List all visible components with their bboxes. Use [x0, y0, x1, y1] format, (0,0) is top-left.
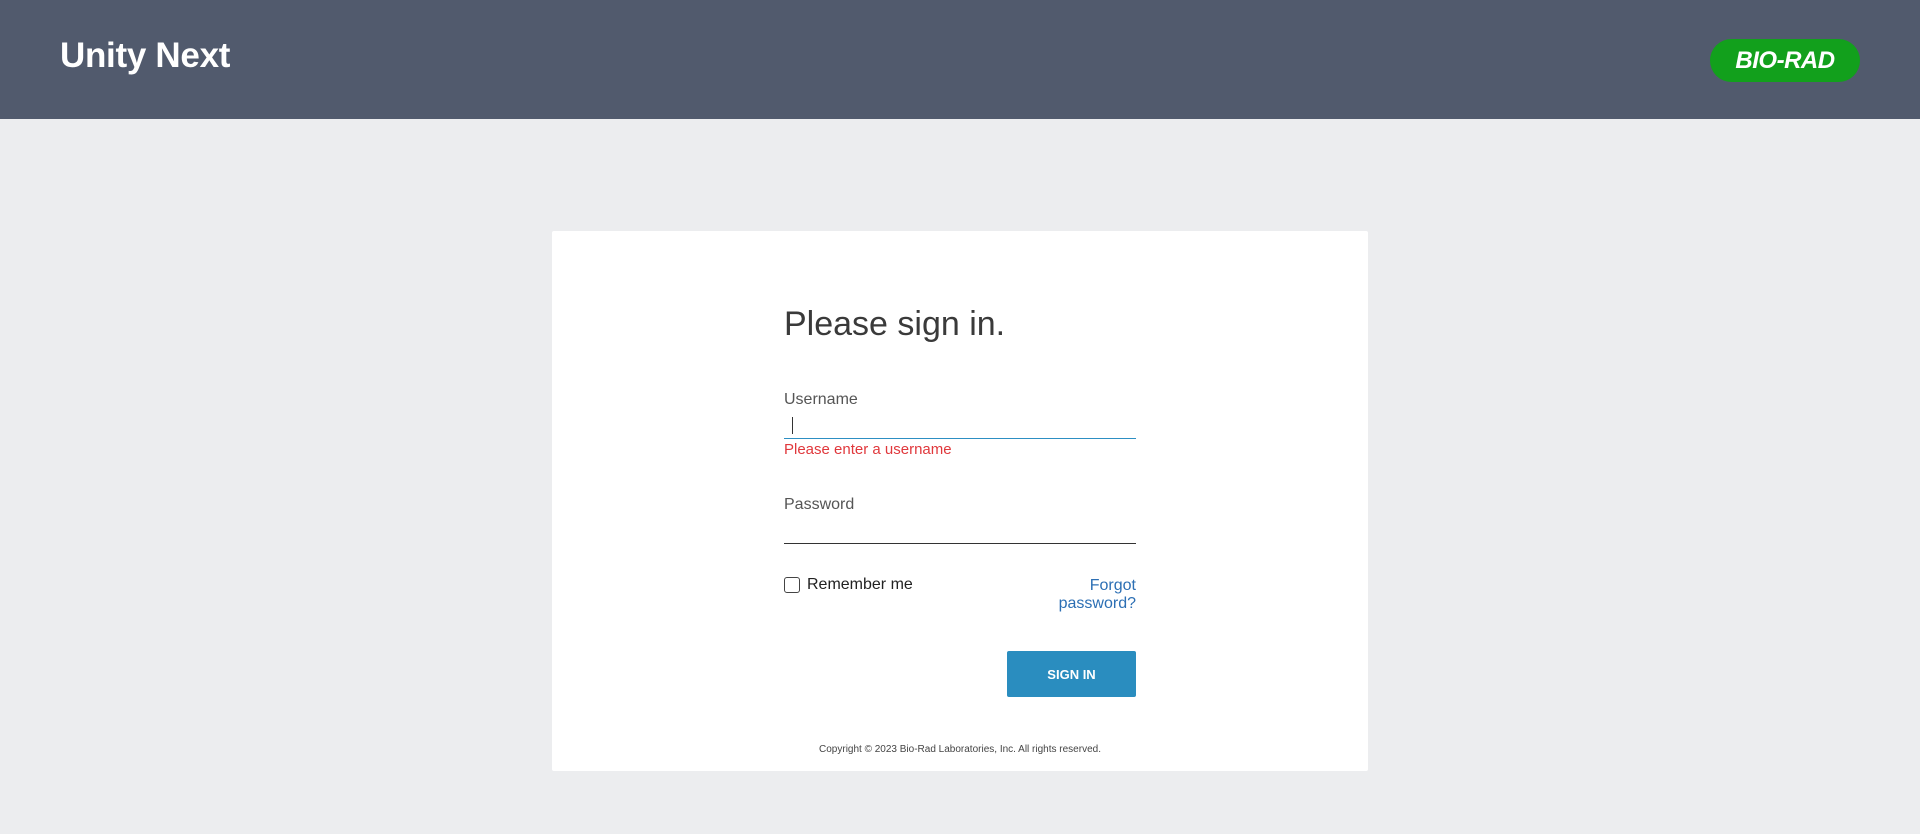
password-input[interactable]	[784, 518, 1136, 544]
sign-in-heading: Please sign in.	[784, 305, 1006, 343]
bio-rad-logo: BIO-RAD	[1710, 39, 1860, 82]
sign-in-card: Please sign in. Username Please enter a …	[552, 231, 1368, 771]
forgot-password-link[interactable]: Forgot password?	[1008, 577, 1136, 613]
app-header: Unity Next BIO-RAD	[0, 0, 1920, 119]
sign-in-button[interactable]: SIGN IN	[1007, 651, 1136, 697]
app-title: Unity Next	[60, 36, 231, 75]
remember-me-checkbox[interactable]	[784, 577, 800, 593]
text-cursor	[792, 417, 793, 434]
username-error-message: Please enter a username	[784, 441, 952, 458]
copyright-text: Copyright © 2023 Bio-Rad Laboratories, I…	[819, 744, 1101, 755]
remember-me-label[interactable]: Remember me	[807, 576, 913, 594]
username-input[interactable]	[784, 413, 1136, 439]
username-label: Username	[784, 391, 858, 408]
password-label: Password	[784, 496, 855, 513]
remember-me-option[interactable]: Remember me	[784, 576, 913, 594]
